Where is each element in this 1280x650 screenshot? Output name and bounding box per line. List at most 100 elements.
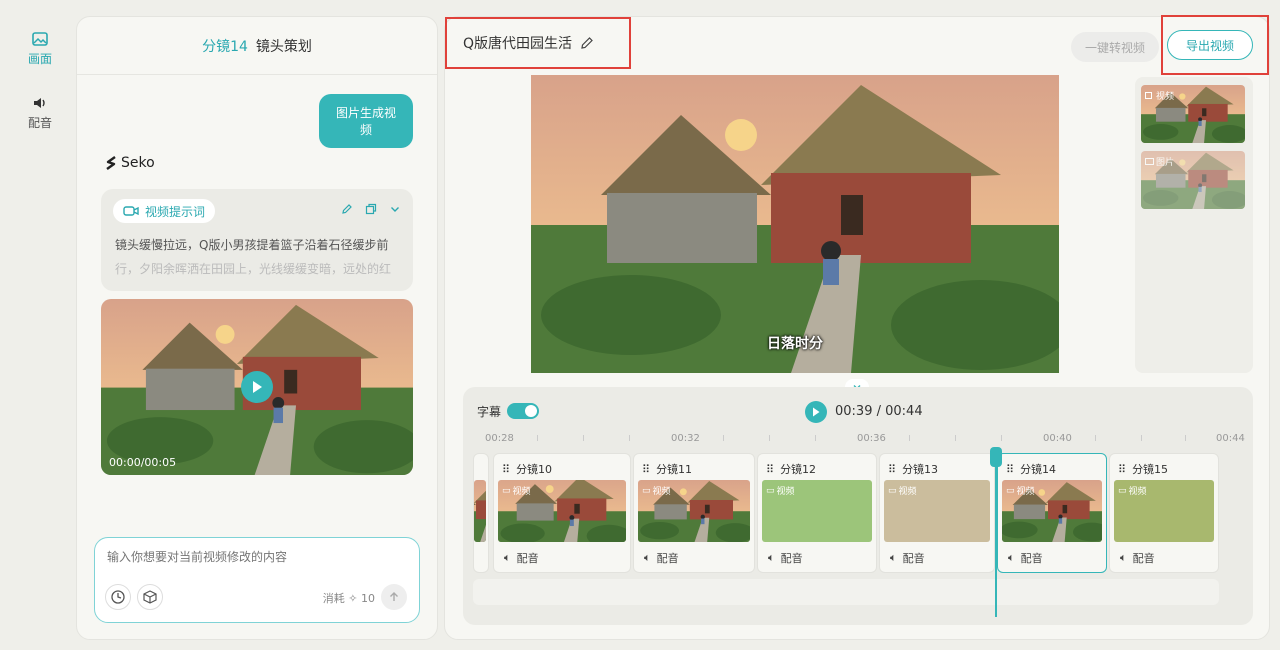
clip-name: 分镜14 xyxy=(1020,463,1057,476)
edit-icon[interactable] xyxy=(341,203,353,215)
timeline: 字幕 00:39 / 00:44 00:28 00:32 00:36 00:40… xyxy=(463,387,1253,625)
clip-tag-label: 视频 xyxy=(776,487,795,497)
export-video-button[interactable]: 导出视频 xyxy=(1167,30,1253,60)
clip-thumbnail: ▭ 视频 xyxy=(638,480,750,542)
clip-tag-label: 视频 xyxy=(652,487,671,497)
clip-tag: ▭ 视频 xyxy=(502,484,531,498)
play-button[interactable] xyxy=(241,371,273,403)
thumb-tag: 图片 xyxy=(1145,155,1174,168)
thumb-image[interactable]: 图片 xyxy=(1141,151,1245,209)
drag-handle-icon[interactable]: ⠿ xyxy=(1118,463,1126,476)
cost-label: 消耗 xyxy=(322,592,345,605)
pencil-icon[interactable] xyxy=(580,36,594,50)
history-tool-button[interactable] xyxy=(105,584,131,610)
speaker-icon: 🔈︎ xyxy=(1120,551,1127,564)
clip-thumbnail: ▭ 视频 xyxy=(1002,480,1102,542)
rail-item-image[interactable]: 画面 xyxy=(18,30,62,67)
prompt-card: 视频提示词 镜头缓慢拉远，Q版小男孩提着篮子沿着石径缓步前 行，夕阳余晖洒在田园… xyxy=(101,189,413,291)
clip-partial[interactable] xyxy=(473,453,489,573)
clip-tag-label: 视频 xyxy=(1128,487,1147,497)
clip-thumbnail: ▭ 视频 xyxy=(498,480,626,542)
cost-indicator: 消耗 ✧ 10 xyxy=(323,590,375,606)
prompt-chip[interactable]: 视频提示词 xyxy=(113,199,216,223)
rail-label-voice: 配音 xyxy=(27,116,52,130)
tick xyxy=(583,435,584,441)
thumb-video[interactable]: 视频 xyxy=(1141,85,1245,143)
copy-icon[interactable] xyxy=(365,203,377,215)
playhead-line xyxy=(995,447,997,617)
drag-handle-icon[interactable]: ⠿ xyxy=(502,463,510,476)
playhead-handle[interactable] xyxy=(990,447,1002,467)
clip-audio[interactable]: 🔈︎ 配音 xyxy=(644,550,679,566)
timeline-ruler[interactable]: 00:28 00:32 00:36 00:40 00:44 xyxy=(463,431,1253,451)
tick xyxy=(537,435,538,441)
edit-input[interactable] xyxy=(107,550,407,564)
current-time: 00:39 xyxy=(835,404,873,419)
clip-audio[interactable]: 🔈︎ 配音 xyxy=(768,550,803,566)
rail-label-image: 画面 xyxy=(27,52,52,66)
speaker-icon: 🔈︎ xyxy=(768,551,775,564)
clip-audio[interactable]: 🔈︎ 配音 xyxy=(1120,550,1155,566)
model-tool-button[interactable] xyxy=(137,584,163,610)
clip-thumbnail xyxy=(474,480,486,542)
generated-video-thumbnail[interactable]: 00:00/00:05 xyxy=(101,299,413,475)
clip-audio[interactable]: 🔈︎ 配音 xyxy=(890,550,925,566)
video-preview[interactable]: 日落时分 xyxy=(531,75,1059,373)
clip-tag: ▭ 视频 xyxy=(642,484,671,498)
drag-handle-icon[interactable]: ⠿ xyxy=(1006,463,1014,476)
send-button[interactable] xyxy=(381,584,407,610)
clip-item[interactable]: ⠿ 分镜10 ▭ 视频 🔈︎ 配音 xyxy=(493,453,631,573)
shot-label: 分镜14 xyxy=(202,38,248,55)
thumb-tag: 视频 xyxy=(1145,89,1174,102)
clip-item[interactable]: ⠿ 分镜11 ▭ 视频 🔈︎ 配音 xyxy=(633,453,755,573)
clip-thumbnail: ▭ 视频 xyxy=(762,480,872,542)
video-tag-icon: ▭ xyxy=(1006,485,1015,496)
chat-header-title: 镜头策划 xyxy=(255,38,312,55)
clip-audio-label: 配音 xyxy=(1132,552,1155,565)
export-highlight-box: 导出视频 xyxy=(1161,15,1269,75)
clip-item[interactable]: ⠿ 分镜15 ▭ 视频 🔈︎ 配音 xyxy=(1109,453,1219,573)
user-message-bubble: 图片生成视频 xyxy=(319,94,413,148)
clip-audio[interactable]: 🔈︎ 配音 xyxy=(504,550,539,566)
brand: Seko xyxy=(105,155,155,171)
subtitle-toggle[interactable] xyxy=(507,403,539,419)
clip-item[interactable]: ⠿ 分镜12 ▭ 视频 🔈︎ 配音 xyxy=(757,453,877,573)
edit-input-box[interactable]: 消耗 ✧ 10 xyxy=(94,537,420,623)
timeline-play-button[interactable] xyxy=(805,401,827,423)
tick-label: 00:44 xyxy=(1216,433,1245,444)
prompt-chip-label: 视频提示词 xyxy=(145,204,206,219)
clip-header: ⠿ 分镜12 xyxy=(766,461,816,477)
clip-audio-label: 配音 xyxy=(780,552,803,565)
clip-tag-label: 视频 xyxy=(1016,487,1035,497)
convert-to-video-button[interactable]: 一键转视频 xyxy=(1071,32,1159,62)
chevron-down-icon[interactable] xyxy=(389,203,401,215)
clip-tag: ▭ 视频 xyxy=(888,484,917,498)
clip-header: ⠿ 分镜11 xyxy=(642,461,692,477)
clip-header: ⠿ 分镜10 xyxy=(502,461,552,477)
drag-handle-icon[interactable]: ⠿ xyxy=(642,463,650,476)
play-icon xyxy=(813,407,820,417)
image-tag-icon xyxy=(1145,158,1154,165)
media-thumbnail-list: 视频 图片 xyxy=(1135,77,1253,373)
clip-item-active[interactable]: ⠿ 分镜14 ▭ 视频 🔈︎ 配音 xyxy=(997,453,1107,573)
preview-frame xyxy=(531,75,1059,373)
drag-handle-icon[interactable]: ⠿ xyxy=(888,463,896,476)
clip-audio[interactable]: 🔈︎ 配音 xyxy=(1008,550,1043,566)
seko-logo-icon xyxy=(106,156,116,170)
clip-header: ⠿ 分镜13 xyxy=(888,461,938,477)
drag-handle-icon[interactable]: ⠿ xyxy=(766,463,774,476)
clip-tag: ▭ 视频 xyxy=(1006,484,1035,498)
rail-item-voice[interactable]: 配音 xyxy=(18,94,62,131)
speaker-icon: 🔈︎ xyxy=(504,551,511,564)
total-time: 00:44 xyxy=(885,404,923,419)
clip-name: 分镜12 xyxy=(780,463,817,476)
speaker-icon: 🔈︎ xyxy=(1008,551,1015,564)
tick xyxy=(815,435,816,441)
audio-track[interactable] xyxy=(473,579,1219,605)
clip-name: 分镜10 xyxy=(516,463,553,476)
clip-header: ⠿ 分镜15 xyxy=(1118,461,1168,477)
clip-item[interactable]: ⠿ 分镜13 ▭ 视频 🔈︎ 配音 xyxy=(879,453,995,573)
clip-name: 分镜13 xyxy=(902,463,939,476)
brand-name: Seko xyxy=(121,155,155,171)
video-tag-icon: ▭ xyxy=(642,485,651,496)
